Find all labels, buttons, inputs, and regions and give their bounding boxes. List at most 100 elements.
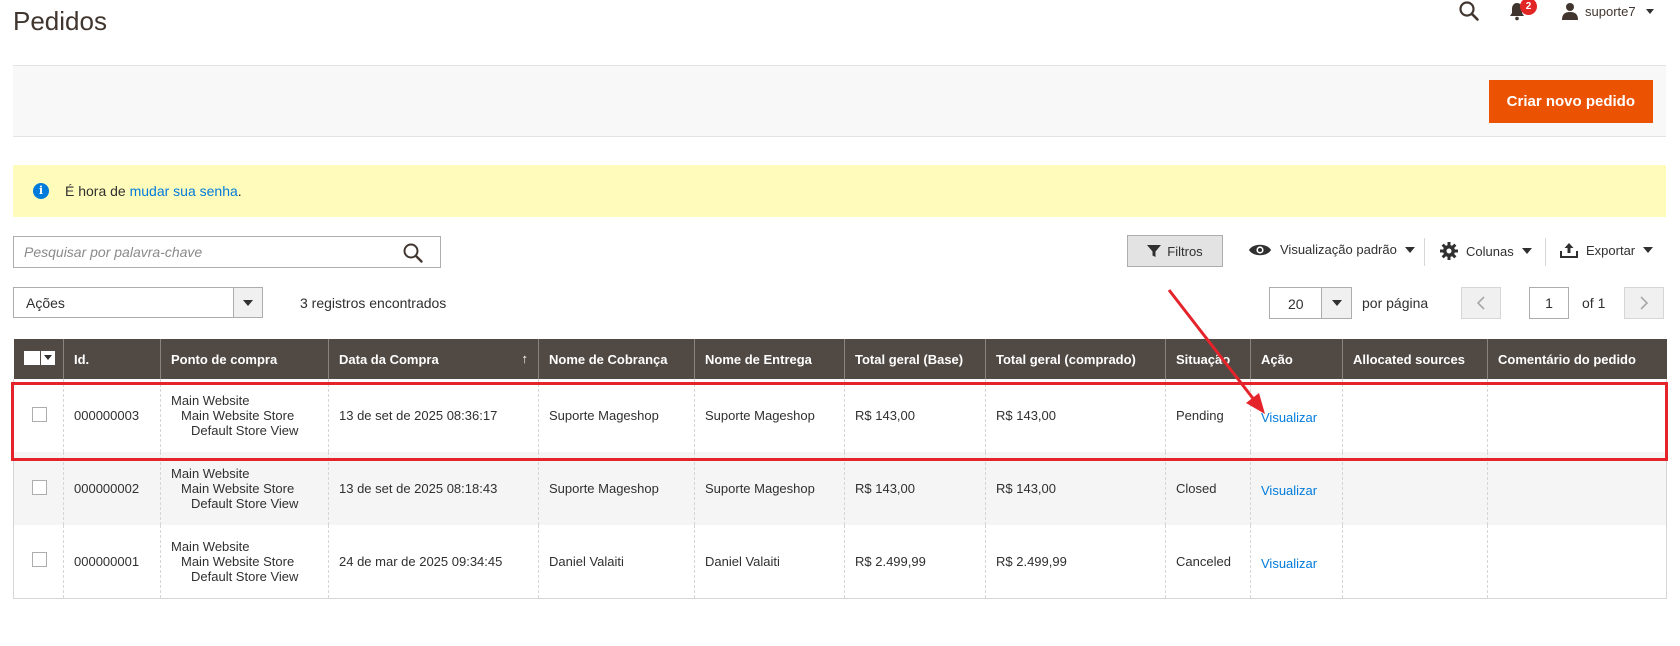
column-header-allocated-sources: Allocated sources [1342,339,1488,379]
table-row[interactable]: 000000003 Main Website Main Website Store… [13,379,1667,452]
shipping-name: Suporte Mageshop [694,379,845,452]
export-icon [1560,243,1578,258]
chevron-down-icon[interactable] [40,350,55,365]
purchase-date-label: Data da Compra [339,351,439,367]
view-order-link[interactable]: Visualizar [1261,556,1317,571]
grand-total-purchased: R$ 143,00 [985,379,1166,452]
columns-label: Colunas [1466,243,1514,259]
page-title: Pedidos [13,6,107,36]
filter-icon [1147,245,1162,257]
view-order-link[interactable]: Visualizar [1261,410,1317,425]
mass-actions-select[interactable]: Ações [13,287,263,318]
row-checkbox[interactable] [32,479,47,495]
column-header-order-comment[interactable]: Comentário do pedido [1487,339,1667,379]
eye-icon [1249,244,1271,255]
chevron-down-icon [233,288,262,317]
order-comment [1487,525,1667,599]
store-view: Default Store View [191,496,299,511]
row-checkbox[interactable] [32,552,47,568]
column-header-grand-total-purchased[interactable]: Total geral (comprado) [985,339,1166,379]
orders-grid: Id. Ponto de compra Data da Compra ↑ Nome… [13,339,1667,599]
per-page-value: 20 [1288,296,1304,312]
order-comment [1487,379,1667,452]
store-name: Main Website Store [181,553,295,569]
export-dropdown[interactable]: Exportar [1560,242,1654,258]
per-page-select[interactable]: 20 [1269,287,1352,319]
info-icon: i [33,183,49,199]
user-account-menu[interactable]: suporte7 [1561,0,1654,22]
select-all-checkbox[interactable] [23,350,40,365]
export-label: Exportar [1586,242,1636,258]
password-message: i É hora de mudar sua senha. [13,165,1666,217]
current-page-input[interactable]: 1 [1529,287,1569,319]
column-header-purchase-date[interactable]: Data da Compra ↑ [328,339,539,379]
column-header-id[interactable]: Id. [63,339,161,379]
purchase-date: 13 de set de 2025 08:18:43 [328,452,539,525]
per-page-label: por página [1362,295,1429,311]
view-order-link[interactable]: Visualizar [1261,483,1317,498]
create-order-button[interactable]: Criar novo pedido [1488,80,1653,123]
allocated-sources [1342,379,1488,452]
sort-ascending-icon: ↑ [521,351,529,366]
grand-total-base: R$ 143,00 [844,379,986,452]
order-status: Closed [1165,452,1251,525]
keyword-search-input[interactable] [14,237,394,267]
column-header-status[interactable]: Situação [1165,339,1251,379]
order-status: Pending [1165,379,1251,452]
purchase-point: Main Website Main Website Store Default St… [160,452,329,525]
billing-name: Suporte Mageshop [538,379,695,452]
grand-total-base: R$ 2.499,99 [844,525,986,599]
default-view-dropdown[interactable]: Visualização padrão [1248,242,1415,257]
previous-page-button[interactable] [1461,287,1501,319]
shipping-name: Suporte Mageshop [694,452,845,525]
table-row[interactable]: 000000001 Main Website Main Website Store… [13,525,1667,599]
filters-button[interactable]: Filtros [1127,235,1223,267]
chevron-down-icon [1643,247,1654,253]
order-status: Canceled [1165,525,1251,599]
mass-actions-label: Ações [26,295,65,311]
store-name: Main Website Store [181,408,295,423]
store-website: Main Website [171,466,250,481]
chevron-down-icon [1321,288,1351,318]
column-header-action: Ação [1250,339,1343,379]
purchase-point: Main Website Main Website Store Default St… [160,379,329,452]
next-page-button[interactable] [1624,287,1664,319]
action-cell: Visualizar [1250,379,1343,452]
column-header-grand-total-base[interactable]: Total geral (Base) [844,339,986,379]
column-header-purchase-point[interactable]: Ponto de compra [160,339,329,379]
chevron-right-icon [1640,296,1649,310]
message-suffix: . [237,183,242,199]
chevron-down-icon [1521,248,1532,254]
store-view: Default Store View [191,423,299,438]
purchase-date: 13 de set de 2025 08:36:17 [328,379,539,452]
search-icon[interactable] [402,242,424,264]
order-id: 000000001 [63,525,161,599]
notifications-bell-icon[interactable]: 2 [1506,0,1537,24]
row-checkbox[interactable] [32,406,47,422]
records-found-count: 3 registros encontrados [300,295,447,311]
grand-total-base: R$ 143,00 [844,452,986,525]
gear-icon [1440,242,1458,260]
global-search-icon[interactable] [1458,0,1482,24]
table-row[interactable]: 000000002 Main Website Main Website Store… [13,452,1667,525]
page-actions-bar: Criar novo pedido [13,65,1666,137]
store-name: Main Website Store [181,481,295,496]
grid-header-row: Id. Ponto de compra Data da Compra ↑ Nome… [13,339,1667,379]
divider [1545,238,1546,266]
column-header-billing-name[interactable]: Nome de Cobrança [538,339,695,379]
purchase-point: Main Website Main Website Store Default St… [160,525,329,599]
billing-name: Suporte Mageshop [538,452,695,525]
change-password-link[interactable]: mudar sua senha [130,183,238,199]
grand-total-purchased: R$ 143,00 [985,452,1166,525]
total-pages: of 1 [1582,295,1606,311]
row-select-cell [13,525,64,599]
column-header-shipping-name[interactable]: Nome de Entrega [694,339,845,379]
chevron-down-icon [1645,8,1654,14]
order-id: 000000003 [63,379,161,452]
billing-name: Daniel Valaiti [538,525,695,599]
filters-label: Filtros [1167,243,1203,259]
columns-dropdown[interactable]: Colunas [1440,242,1532,260]
chevron-left-icon [1476,296,1485,310]
select-all-header[interactable] [13,339,64,379]
allocated-sources [1342,525,1488,599]
